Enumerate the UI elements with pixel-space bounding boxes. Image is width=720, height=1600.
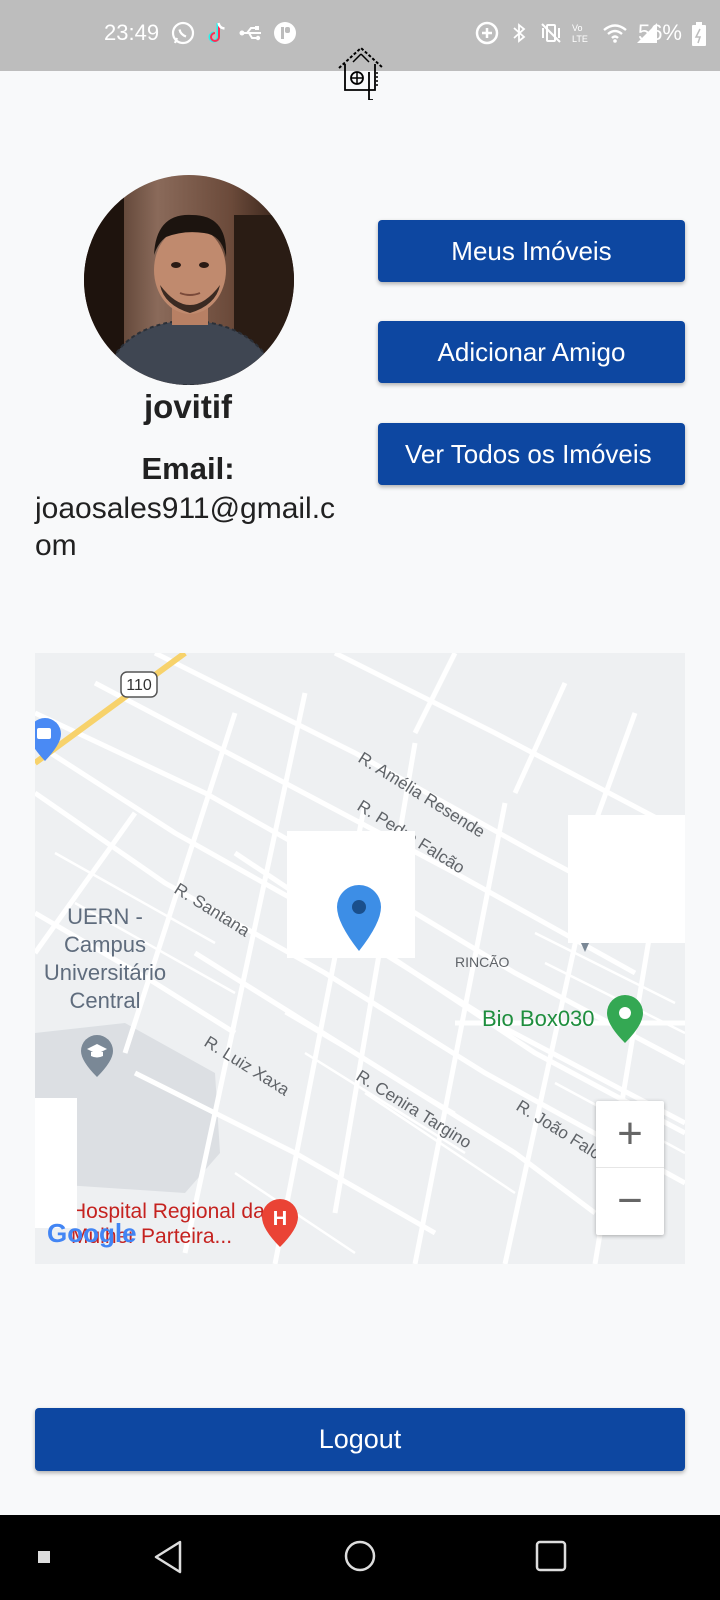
battery-percentage: 56% — [637, 20, 682, 45]
neighborhood-label: RINCÃO — [455, 954, 510, 970]
university-label-wrap: UERN - Campus Universitário Central — [43, 904, 167, 1013]
username: jovitif — [144, 388, 232, 425]
biobox-label: Bio Box030 — [482, 1006, 595, 1031]
avatar-photo — [84, 175, 294, 385]
usb-icon — [239, 26, 261, 41]
navigation-bar — [0, 1515, 720, 1600]
map-tile-blank — [568, 815, 685, 943]
google-attribution: Google — [47, 1218, 137, 1248]
vibrate-icon — [541, 23, 561, 43]
svg-text:LTE: LTE — [572, 34, 588, 44]
university-label: UERN - Campus Universitário Central — [43, 904, 167, 1013]
tiktok-icon — [208, 22, 225, 43]
back-icon[interactable] — [152, 1539, 184, 1575]
map-canvas: 110 R. Amélia Resende R. Pedro Falcão R.… — [35, 653, 685, 1264]
view-all-properties-button[interactable]: Ver Todos os Imóveis — [378, 423, 685, 485]
home-icon[interactable] — [343, 1539, 377, 1573]
wifi-icon — [603, 24, 627, 43]
status-right-icons: Vo LTE — [474, 20, 660, 46]
svg-text:Vo: Vo — [572, 23, 583, 33]
battery-icon — [692, 22, 706, 46]
bluetooth-icon — [513, 23, 526, 43]
email-value: joaosales911@gmail.com — [35, 492, 336, 562]
map-view[interactable]: 110 R. Amélia Resende R. Pedro Falcão R.… — [35, 653, 685, 1264]
whatsapp-icon — [171, 21, 195, 45]
logout-button[interactable]: Logout — [35, 1408, 685, 1471]
house-location-icon — [338, 46, 384, 100]
zoom-controls: + − — [596, 1101, 664, 1235]
svg-text:H: H — [273, 1208, 287, 1230]
status-left-icons — [170, 20, 298, 46]
zoom-in-button[interactable]: + — [596, 1101, 664, 1168]
zoom-out-button[interactable]: − — [596, 1168, 664, 1234]
avatar — [84, 175, 294, 385]
add-friend-button[interactable]: Adicionar Amigo — [378, 321, 685, 383]
recents-dot-icon — [38, 1551, 50, 1563]
highway-number: 110 — [126, 677, 152, 694]
my-properties-button[interactable]: Meus Imóveis — [378, 220, 685, 282]
volte-icon: VoLTE — [572, 23, 588, 44]
highway-shield: 110 — [120, 671, 158, 698]
overview-icon[interactable] — [535, 1540, 567, 1572]
status-time: 23:49 — [104, 20, 160, 45]
data-saver-icon — [475, 21, 499, 45]
map-tile-blank — [35, 1098, 77, 1228]
email-label: Email: — [141, 451, 235, 486]
app-icon — [274, 22, 296, 44]
